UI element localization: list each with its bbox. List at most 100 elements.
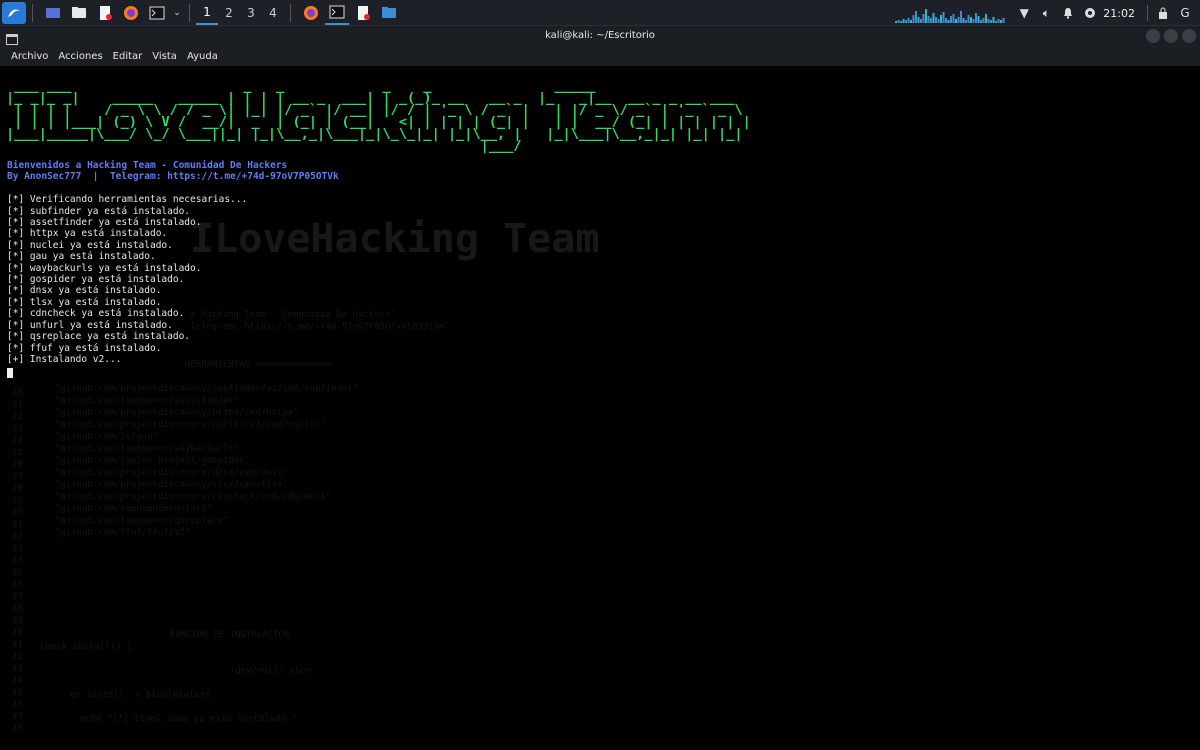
ghost-line: "github.com/projectdiscovery/dnsx/cmd/dn… [55,468,288,478]
workspace-1[interactable]: 1 [196,1,218,25]
maximize-button[interactable] [1164,29,1178,43]
menu-editar[interactable]: Editar [113,51,143,62]
ghost-line: "github.com/projectdiscovery/nuclei/v3/c… [55,420,326,430]
document-window-icon[interactable] [351,1,375,25]
firefox-icon[interactable] [119,1,143,25]
cpu-bar [957,17,960,23]
workspace-4[interactable]: 4 [262,1,284,25]
folder-window-icon[interactable] [377,1,401,25]
ghost-line-number: 25 [12,448,23,458]
power-icon[interactable] [1079,2,1101,24]
cpu-bar [977,16,980,23]
cpu-bar [972,19,975,23]
cpu-bar [932,13,935,23]
menu-acciones[interactable]: Acciones [58,51,102,62]
workspace-2[interactable]: 2 [218,1,240,25]
lock-icon[interactable] [1152,2,1174,24]
minimize-button[interactable] [1146,29,1160,43]
cpu-bar [1000,20,1003,23]
menu-archivo[interactable]: Archivo [11,51,48,62]
log-line: [*] cdncheck ya está instalado. [7,308,185,320]
ghost-line-number: 36 [12,580,23,590]
ghost-line-number: 46 [12,700,23,710]
cpu-bar [962,18,965,23]
cpu-bar [940,15,943,23]
file-manager-icon[interactable] [67,1,91,25]
cpu-bar [952,14,955,23]
ghost-line: echo "[*] $tool_name ya está instalado." [80,714,297,724]
terminal-window-icon[interactable] [325,1,349,25]
cpu-bar [995,21,998,23]
ghost-line-number: 38 [12,604,23,614]
cpu-bar [985,14,988,23]
cpu-bar [965,20,968,23]
ghost-line-number: 40 [12,628,23,638]
ghost-line-number: 27 [12,472,23,482]
ghost-line: /dev/null; then [230,666,312,676]
ghost-line: "github.com/jaeles-project/gospider" [55,456,251,466]
log-line: [*] ffuf ya está instalado. [7,342,162,354]
ghost-line-number: 48 [12,724,23,734]
cpu-bar [975,13,978,23]
firefox-window-icon[interactable] [299,1,323,25]
ghost-line: "github.com/tomnomnom/qsreplace" [55,516,229,526]
ghost-line: go install -v $tool@latest [70,690,211,700]
ghost-line: "github.com/tomnomnom/waybackurls" [55,444,240,454]
terminal-area[interactable]: ILoveHacking Team a Hacking Team - Comuni… [0,66,1200,750]
cpu-bar [945,18,948,23]
cpu-bar [990,20,993,23]
log-line: [*] dnsx ya está instalado. [7,285,162,297]
ghost-line-number: 22 [12,412,23,422]
clock[interactable]: 21:02 [1103,7,1135,20]
terminal-output: Bienvenidos a Hacking Team - Comunidad D… [7,160,339,365]
ghost-line-number: 28 [12,484,23,494]
ghost-line-number: 47 [12,712,23,722]
menu-vista[interactable]: Vista [152,51,177,62]
ghost-line: "github.com/tomnomnom/unfurl" [55,504,213,514]
cpu-bar [922,14,925,23]
ghost-line: "github.com/projectdiscovery/subfinder/v… [55,384,359,394]
ghost-line-number: 37 [12,592,23,602]
ghost-line-number: 43 [12,664,23,674]
chevron-down-icon[interactable]: ⌄ [171,1,183,25]
user-menu-button[interactable]: G [1174,2,1196,24]
volume-icon[interactable]: 🔈︎ [1035,2,1057,24]
workspace-3[interactable]: 3 [240,1,262,25]
terminal-launcher-icon[interactable] [145,1,169,25]
log-line: [*] Verificando herramientas necesarias.… [7,194,248,206]
log-line: [*] gospider ya está instalado. [7,274,185,286]
ghost-line-number: 35 [12,568,23,578]
wifi-icon[interactable]: ▼ [1013,2,1035,24]
cpu-bar [897,20,900,23]
ghost-line-number: 21 [12,400,23,410]
close-button[interactable] [1182,29,1196,43]
cpu-bar [992,17,995,23]
cpu-usage-graph[interactable] [895,3,1005,23]
notification-bell-icon[interactable] [1057,2,1079,24]
cpu-bar [920,19,923,23]
banner-line: |___/ [6,138,768,154]
window-titlebar[interactable]: kali@kali: ~/Escritorio [0,26,1200,46]
cpu-bar [987,19,990,23]
show-desktop-icon[interactable] [41,1,65,25]
terminal-cursor [7,368,13,378]
taskbar-separator [290,3,291,22]
ghost-line-number: 24 [12,436,23,446]
cpu-bar [900,21,903,23]
cpu-bar [980,20,983,23]
cpu-bar [935,17,938,23]
cpu-bar [907,18,910,23]
ghost-line-number: 23 [12,424,23,434]
log-line: [*] unfurl ya está instalado. [7,319,173,331]
cpu-bar [955,19,958,23]
cpu-bar [997,19,1000,23]
cpu-bar [912,15,915,23]
text-editor-icon[interactable] [93,1,117,25]
cpu-bar [937,19,940,23]
kali-menu-icon[interactable] [2,1,26,24]
ghost-line: "github.com/tomnomnom/assetfinder" [55,396,240,406]
menu-ayuda[interactable]: Ayuda [187,51,218,62]
ghost-line: "github.com/ffuf/ffuf/v2" [55,528,191,538]
cpu-bar [895,21,898,23]
welcome-line: Bienvenidos a Hacking Team - Comunidad D… [7,160,288,171]
